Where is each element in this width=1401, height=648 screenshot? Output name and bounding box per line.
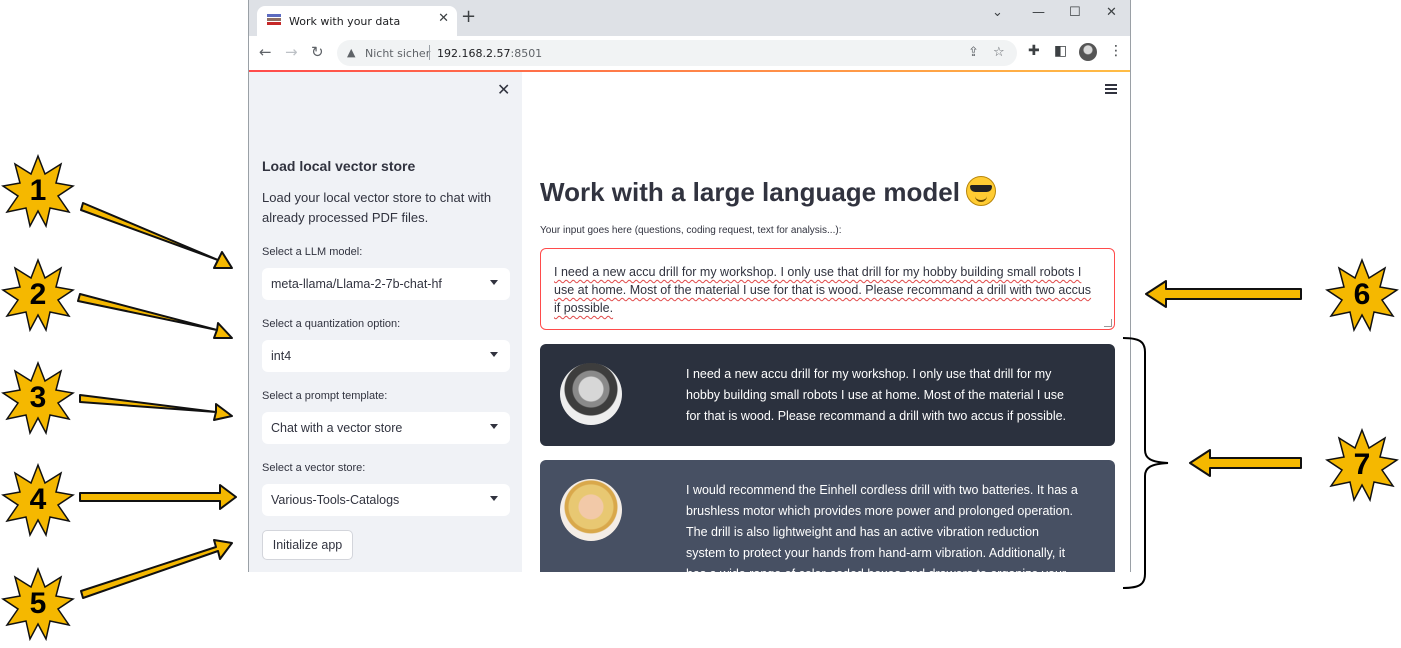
arrow-1	[80, 202, 233, 269]
marker-label-2: 2	[29, 278, 47, 311]
arrow-3	[79, 394, 233, 421]
marker-label-3: 3	[29, 381, 47, 414]
annotation-overlay	[77, 202, 1302, 599]
marker-label-1: 1	[29, 174, 47, 207]
marker-label-4: 4	[29, 483, 47, 516]
marker-label-7: 7	[1353, 448, 1371, 481]
arrow-5	[80, 539, 233, 599]
bracket-7	[1122, 337, 1169, 589]
marker-label-6: 6	[1353, 278, 1371, 311]
arrow-2	[77, 293, 233, 339]
arrow-6	[1145, 280, 1302, 308]
marker-label-5: 5	[29, 587, 47, 620]
arrow-7	[1189, 449, 1302, 477]
arrow-4	[79, 484, 237, 510]
